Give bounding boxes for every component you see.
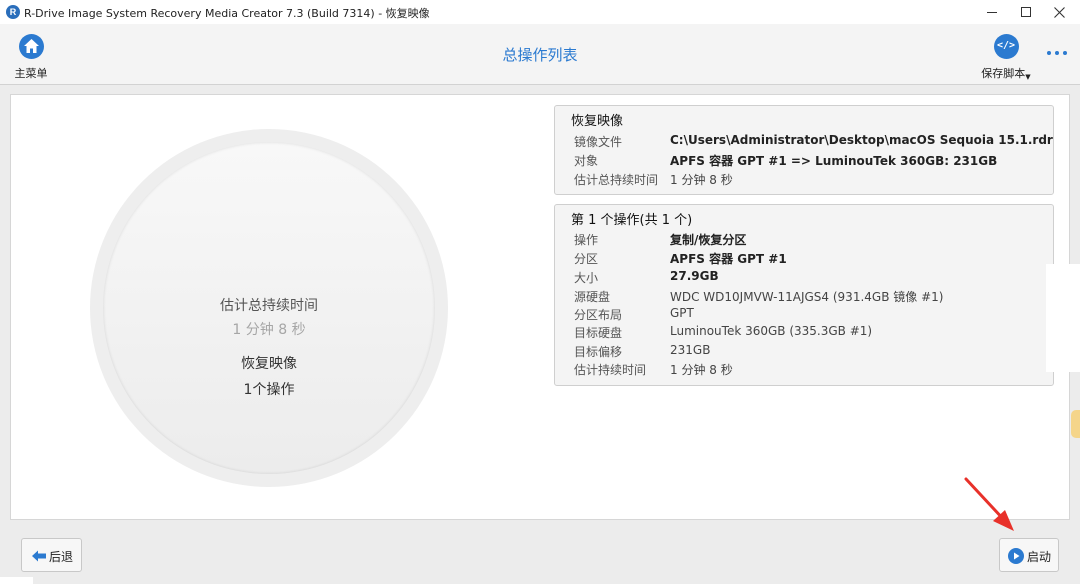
info-value: APFS 容器 GPT #1 <box>670 252 787 266</box>
start-button[interactable]: 启动 <box>999 538 1059 572</box>
info-key: 分区布局 <box>574 308 623 322</box>
maximize-icon <box>1021 7 1031 17</box>
info-key: 源硬盘 <box>574 290 611 304</box>
info-value: C:\Users\Administrator\Desktop\macOS Seq… <box>670 133 1053 147</box>
chevron-down-icon: ▼ <box>1025 73 1031 81</box>
info-value: LuminouTek 360GB (335.3GB #1) <box>670 324 873 338</box>
app-logo-icon: R <box>6 5 20 19</box>
info-value: GPT <box>670 306 694 320</box>
annotation-arrow-icon <box>964 477 1014 531</box>
more-options-button[interactable] <box>1046 46 1068 60</box>
info-value: APFS 容器 GPT #1 => LuminouTek 360GB: 231G… <box>670 154 998 168</box>
info-value: 231GB <box>670 343 711 357</box>
info-key: 估计持续时间 <box>574 363 647 377</box>
info-key: 目标偏移 <box>574 345 623 359</box>
info-key: 分区 <box>574 252 599 266</box>
info-value: 1 分钟 8 秒 <box>670 173 733 187</box>
task-name: 恢复映像 <box>241 356 297 372</box>
more-dot-icon <box>1047 51 1051 55</box>
est-total-label: 估计总持续时间 <box>220 298 318 314</box>
info-key: 估计总持续时间 <box>574 173 659 187</box>
info-value: 复制/恢复分区 <box>670 233 747 247</box>
summary-donut: 估计总持续时间 1 分钟 8 秒 恢复映像 1个操作 <box>90 129 448 487</box>
save-script-label: 保存脚本 <box>981 67 1026 80</box>
info-key: 大小 <box>574 271 599 285</box>
restore-image-box: 恢复映像 镜像文件 C:\Users\Administrator\Desktop… <box>554 105 1054 195</box>
code-icon: </> <box>993 34 1019 59</box>
info-key: 对象 <box>574 154 599 168</box>
maximize-button[interactable] <box>1008 0 1042 24</box>
more-dot-icon <box>1063 51 1067 55</box>
back-arrow-icon <box>32 550 46 562</box>
play-icon <box>1008 548 1024 564</box>
restore-image-title: 恢复映像 <box>571 114 624 129</box>
close-icon <box>1054 7 1065 18</box>
minimize-icon <box>987 12 997 13</box>
minimize-button[interactable] <box>974 0 1008 24</box>
page-title: 总操作列表 <box>502 46 578 64</box>
start-label: 启动 <box>1027 550 1052 564</box>
back-label: 后退 <box>49 550 74 564</box>
main-menu-label: 主菜单 <box>14 67 48 80</box>
title-bar: R R-Drive Image System Recovery Media Cr… <box>0 0 1080 24</box>
save-script-button[interactable]: </> 保存脚本▼ <box>976 34 1036 81</box>
info-value: 1 分钟 8 秒 <box>670 363 733 377</box>
side-overlay-strip <box>1046 264 1080 372</box>
corner-overlay <box>0 577 33 584</box>
info-key: 操作 <box>574 233 599 247</box>
operations-panel: 估计总持续时间 1 分钟 8 秒 恢复映像 1个操作 恢复映像 镜像文件 C:\… <box>10 94 1070 520</box>
est-total-value: 1 分钟 8 秒 <box>232 322 306 338</box>
operation-box: 第 1 个操作(共 1 个) 操作 复制/恢复分区 分区 APFS 容器 GPT… <box>554 204 1054 386</box>
operation-title: 第 1 个操作(共 1 个) <box>571 213 693 228</box>
info-key: 镜像文件 <box>574 135 623 149</box>
window-title: R-Drive Image System Recovery Media Crea… <box>24 7 430 20</box>
operation-count: 1个操作 <box>243 382 295 398</box>
code-icon-glyph: </> <box>996 40 1016 51</box>
back-button[interactable]: 后退 <box>21 538 82 572</box>
info-value: WDC WD10JMVW-11AJGS4 (931.4GB 镜像 #1) <box>670 290 944 304</box>
footer-bar <box>0 528 1080 584</box>
toolbar: 主菜单 总操作列表 </> 保存脚本▼ <box>0 24 1080 85</box>
side-floating-tab[interactable] <box>1071 410 1080 438</box>
close-button[interactable] <box>1042 0 1076 24</box>
info-value: 27.9GB <box>670 269 719 283</box>
info-key: 目标硬盘 <box>574 326 623 340</box>
more-dot-icon <box>1055 51 1059 55</box>
